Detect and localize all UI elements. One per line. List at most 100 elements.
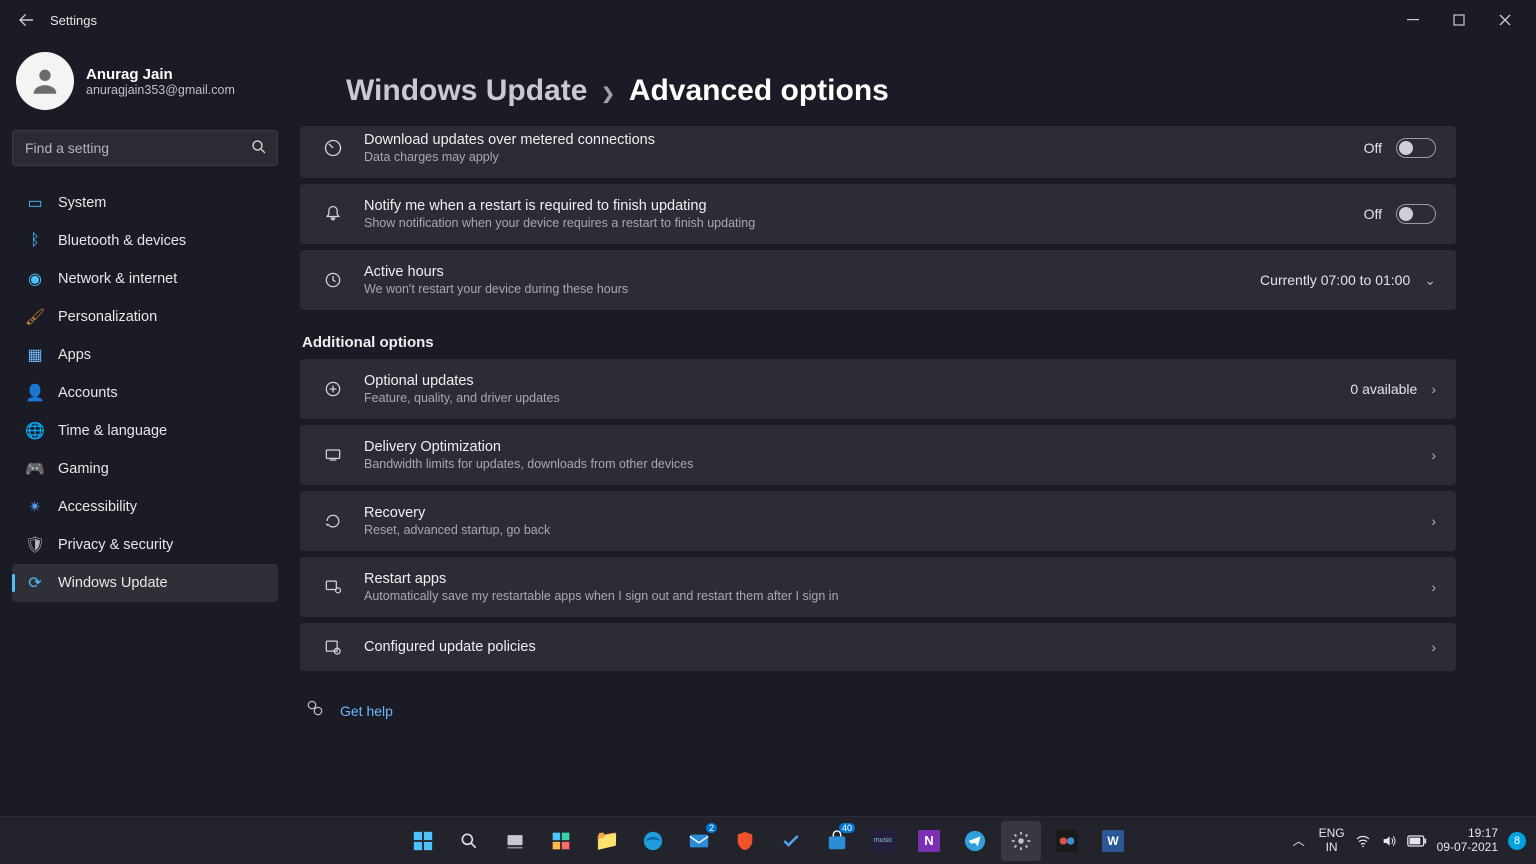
update-icon: ⟳: [26, 574, 44, 592]
store[interactable]: 40: [817, 821, 857, 861]
chevron-right-icon: ›: [1431, 579, 1436, 595]
breadcrumb: Windows Update ❯ Advanced options: [346, 74, 1456, 108]
store-icon: [826, 830, 848, 852]
card-title: Notify me when a restart is required to …: [364, 198, 1346, 214]
nav-personalization[interactable]: 🖌Personalization: [12, 298, 278, 336]
card-sub: Data charges may apply: [364, 150, 1346, 164]
card-metered[interactable]: Download updates over metered connection…: [300, 126, 1456, 178]
start-button[interactable]: [403, 821, 443, 861]
clock[interactable]: 19:17 09-07-2021: [1437, 827, 1498, 855]
nav-label: Privacy & security: [58, 537, 173, 553]
card-sub: Feature, quality, and driver updates: [364, 391, 1332, 405]
task-view-icon: [505, 831, 525, 851]
search-box[interactable]: [12, 130, 278, 166]
breadcrumb-parent[interactable]: Windows Update: [346, 74, 587, 108]
svg-text:i: i: [337, 649, 338, 654]
edge-icon: [642, 830, 664, 852]
brush-icon: 🖌: [26, 308, 44, 326]
card-title: Recovery: [364, 505, 1413, 521]
globe-icon: 🌐: [26, 422, 44, 440]
nav-windows-update[interactable]: ⟳Windows Update: [12, 564, 278, 602]
taskbar-right: ︿ ENG IN 19:17 09-07-2021 8: [1289, 827, 1526, 855]
card-title: Restart apps: [364, 571, 1413, 587]
card-configured-policies[interactable]: i Configured update policies ›: [300, 623, 1456, 671]
card-title: Optional updates: [364, 373, 1332, 389]
bluetooth-icon: ᛒ: [26, 232, 44, 250]
card-delivery-optimization[interactable]: Delivery Optimization Bandwidth limits f…: [300, 425, 1456, 485]
window-minimize-button[interactable]: [1390, 4, 1436, 36]
brave-icon: [734, 830, 756, 852]
nav-network[interactable]: ◉Network & internet: [12, 260, 278, 298]
tray-expand[interactable]: ︿: [1289, 828, 1309, 853]
card-notify-restart[interactable]: Notify me when a restart is required to …: [300, 184, 1456, 244]
plus-circle-icon: [320, 379, 346, 399]
search-input[interactable]: [12, 130, 278, 166]
wifi-icon: ◉: [26, 270, 44, 288]
system-tray[interactable]: [1355, 833, 1427, 849]
nav-privacy[interactable]: 🛡 Privacy & security: [12, 526, 278, 564]
card-restart-apps[interactable]: Restart apps Automatically save my resta…: [300, 557, 1456, 617]
chevron-right-icon: ❯: [601, 84, 614, 104]
nav-label: Bluetooth & devices: [58, 233, 186, 249]
volume-icon: [1381, 833, 1397, 849]
shield-icon: 🛡: [26, 536, 44, 554]
nav-label: System: [58, 195, 106, 211]
avatar: [16, 52, 74, 110]
window-close-button[interactable]: [1482, 4, 1528, 36]
toggle-notify[interactable]: [1396, 204, 1436, 224]
nav-bluetooth[interactable]: ᛒ Bluetooth & devices: [12, 222, 278, 260]
notification-badge[interactable]: 8: [1508, 832, 1526, 850]
telegram-icon: [964, 830, 986, 852]
clock-icon: [320, 270, 346, 290]
policy-icon: i: [320, 637, 346, 657]
nav-system[interactable]: ▭ System: [12, 184, 278, 222]
edge-browser[interactable]: [633, 821, 673, 861]
brave-browser[interactable]: [725, 821, 765, 861]
nav-time[interactable]: 🌐Time & language: [12, 412, 278, 450]
card-optional-updates[interactable]: Optional updates Feature, quality, and d…: [300, 359, 1456, 419]
nav-gaming[interactable]: 🎮Gaming: [12, 450, 278, 488]
card-title: Active hours: [364, 264, 1242, 280]
app-title: Settings: [50, 13, 97, 28]
nav-apps[interactable]: ▦Apps: [12, 336, 278, 374]
mail[interactable]: 2: [679, 821, 719, 861]
card-title: Delivery Optimization: [364, 439, 1413, 455]
davinci[interactable]: [1047, 821, 1087, 861]
search-icon: [250, 138, 268, 161]
chevron-right-icon: ›: [1431, 513, 1436, 529]
battery-icon: [1407, 835, 1427, 847]
todo[interactable]: [771, 821, 811, 861]
breadcrumb-current: Advanced options: [629, 74, 889, 108]
display-icon: ▭: [26, 194, 44, 212]
taskbar-search[interactable]: [449, 821, 489, 861]
back-arrow-icon: [18, 12, 34, 28]
accessibility-icon: ✴: [26, 498, 44, 516]
profile-block[interactable]: Anurag Jain anuragjain353@gmail.com: [12, 52, 278, 110]
toggle-metered[interactable]: [1396, 138, 1436, 158]
amazon-music[interactable]: music: [863, 821, 903, 861]
onenote[interactable]: N: [909, 821, 949, 861]
close-icon: [1499, 14, 1511, 26]
section-header-additional: Additional options: [302, 334, 1456, 351]
nav-label: Apps: [58, 347, 91, 363]
card-active-hours[interactable]: Active hours We won't restart your devic…: [300, 250, 1456, 310]
telegram[interactable]: [955, 821, 995, 861]
davinci-icon: [1056, 830, 1078, 852]
nav-accounts[interactable]: 👤Accounts: [12, 374, 278, 412]
recovery-icon: [320, 511, 346, 531]
file-explorer[interactable]: 📁: [587, 821, 627, 861]
help-icon: [306, 699, 324, 722]
minimize-icon: [1407, 14, 1419, 26]
card-recovery[interactable]: Recovery Reset, advanced startup, go bac…: [300, 491, 1456, 551]
widgets[interactable]: [541, 821, 581, 861]
task-view[interactable]: [495, 821, 535, 861]
nav-accessibility[interactable]: ✴Accessibility: [12, 488, 278, 526]
back-button[interactable]: [8, 2, 44, 38]
settings-app[interactable]: [1001, 821, 1041, 861]
word[interactable]: W: [1093, 821, 1133, 861]
card-title: Download updates over metered connection…: [364, 132, 1346, 148]
language-indicator[interactable]: ENG IN: [1319, 827, 1345, 855]
get-help-link[interactable]: Get help: [340, 703, 393, 719]
meter-icon: [320, 138, 346, 158]
window-maximize-button[interactable]: [1436, 4, 1482, 36]
